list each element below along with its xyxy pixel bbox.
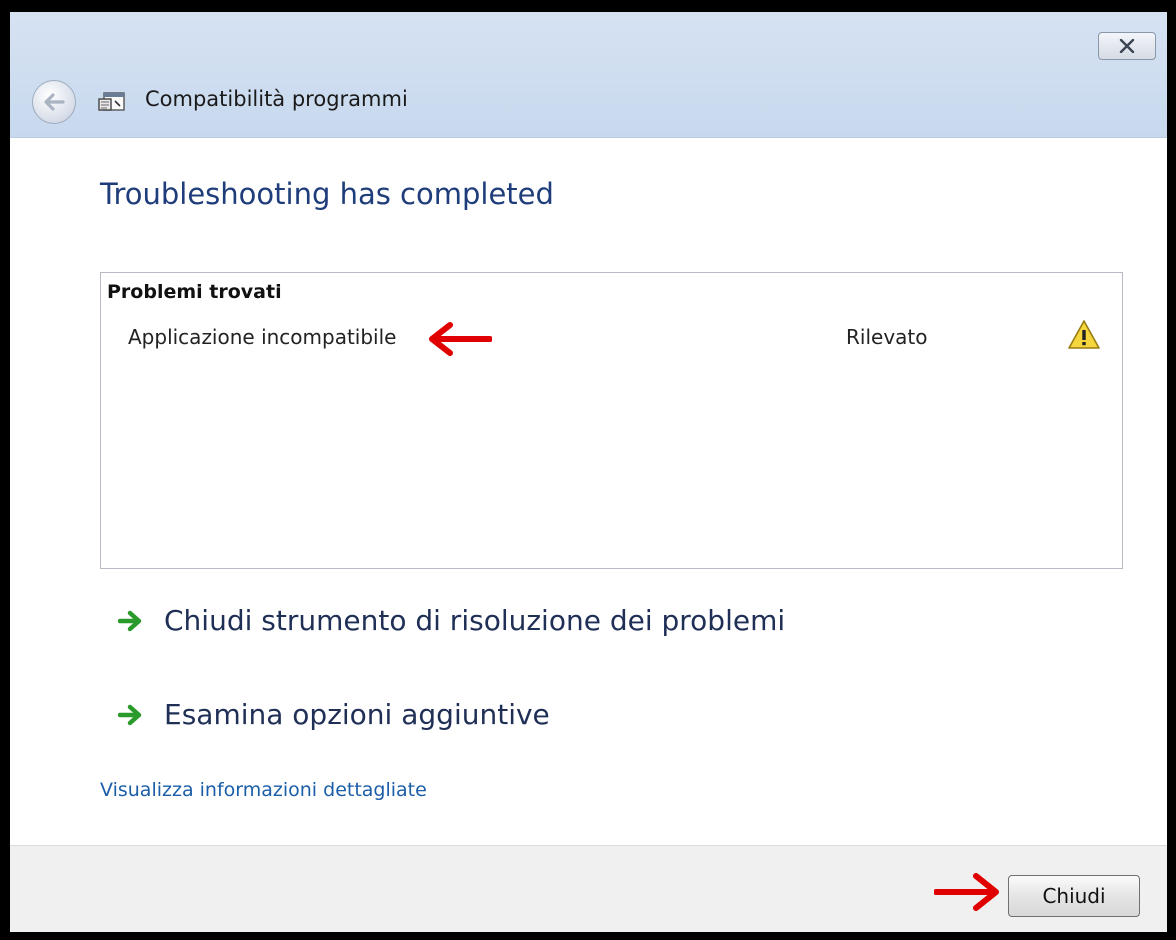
title-bar: Compatibilità programmi [10, 12, 1167, 138]
close-troubleshooter-link[interactable]: Chiudi strumento di risoluzione dei prob… [118, 604, 785, 637]
green-arrow-icon [118, 704, 142, 725]
troubleshooter-window: Compatibilità programmi Troubleshooting … [10, 12, 1167, 932]
problems-found-panel: Problemi trovati Applicazione incompatib… [100, 272, 1123, 569]
explore-options-link[interactable]: Esamina opzioni aggiuntive [118, 698, 550, 731]
program-compatibility-icon [98, 92, 125, 111]
warning-icon [1068, 320, 1100, 349]
page-heading: Troubleshooting has completed [100, 177, 554, 211]
close-x-icon [1119, 39, 1135, 53]
annotation-arrow-right-icon [934, 873, 999, 911]
annotation-arrow-left-icon [429, 322, 492, 356]
explore-options-label: Esamina opzioni aggiuntive [164, 698, 550, 731]
view-detailed-info-link[interactable]: Visualizza informazioni dettagliate [100, 779, 427, 801]
problem-name: Applicazione incompatibile [128, 325, 397, 349]
back-arrow-icon [44, 93, 65, 111]
back-button[interactable] [32, 80, 76, 124]
problem-status: Rilevato [846, 325, 928, 349]
window-title: Compatibilità programmi [145, 87, 408, 111]
close-troubleshooter-label: Chiudi strumento di risoluzione dei prob… [164, 604, 786, 637]
green-arrow-icon [118, 610, 142, 631]
problem-row[interactable]: Applicazione incompatibile Rilevato [101, 319, 1122, 356]
close-window-button[interactable] [1098, 32, 1156, 60]
problems-header: Problemi trovati [107, 281, 282, 303]
close-button[interactable]: Chiudi [1008, 875, 1140, 917]
screenshot-frame: Compatibilità programmi Troubleshooting … [0, 0, 1176, 940]
footer-bar: Chiudi [10, 845, 1167, 932]
